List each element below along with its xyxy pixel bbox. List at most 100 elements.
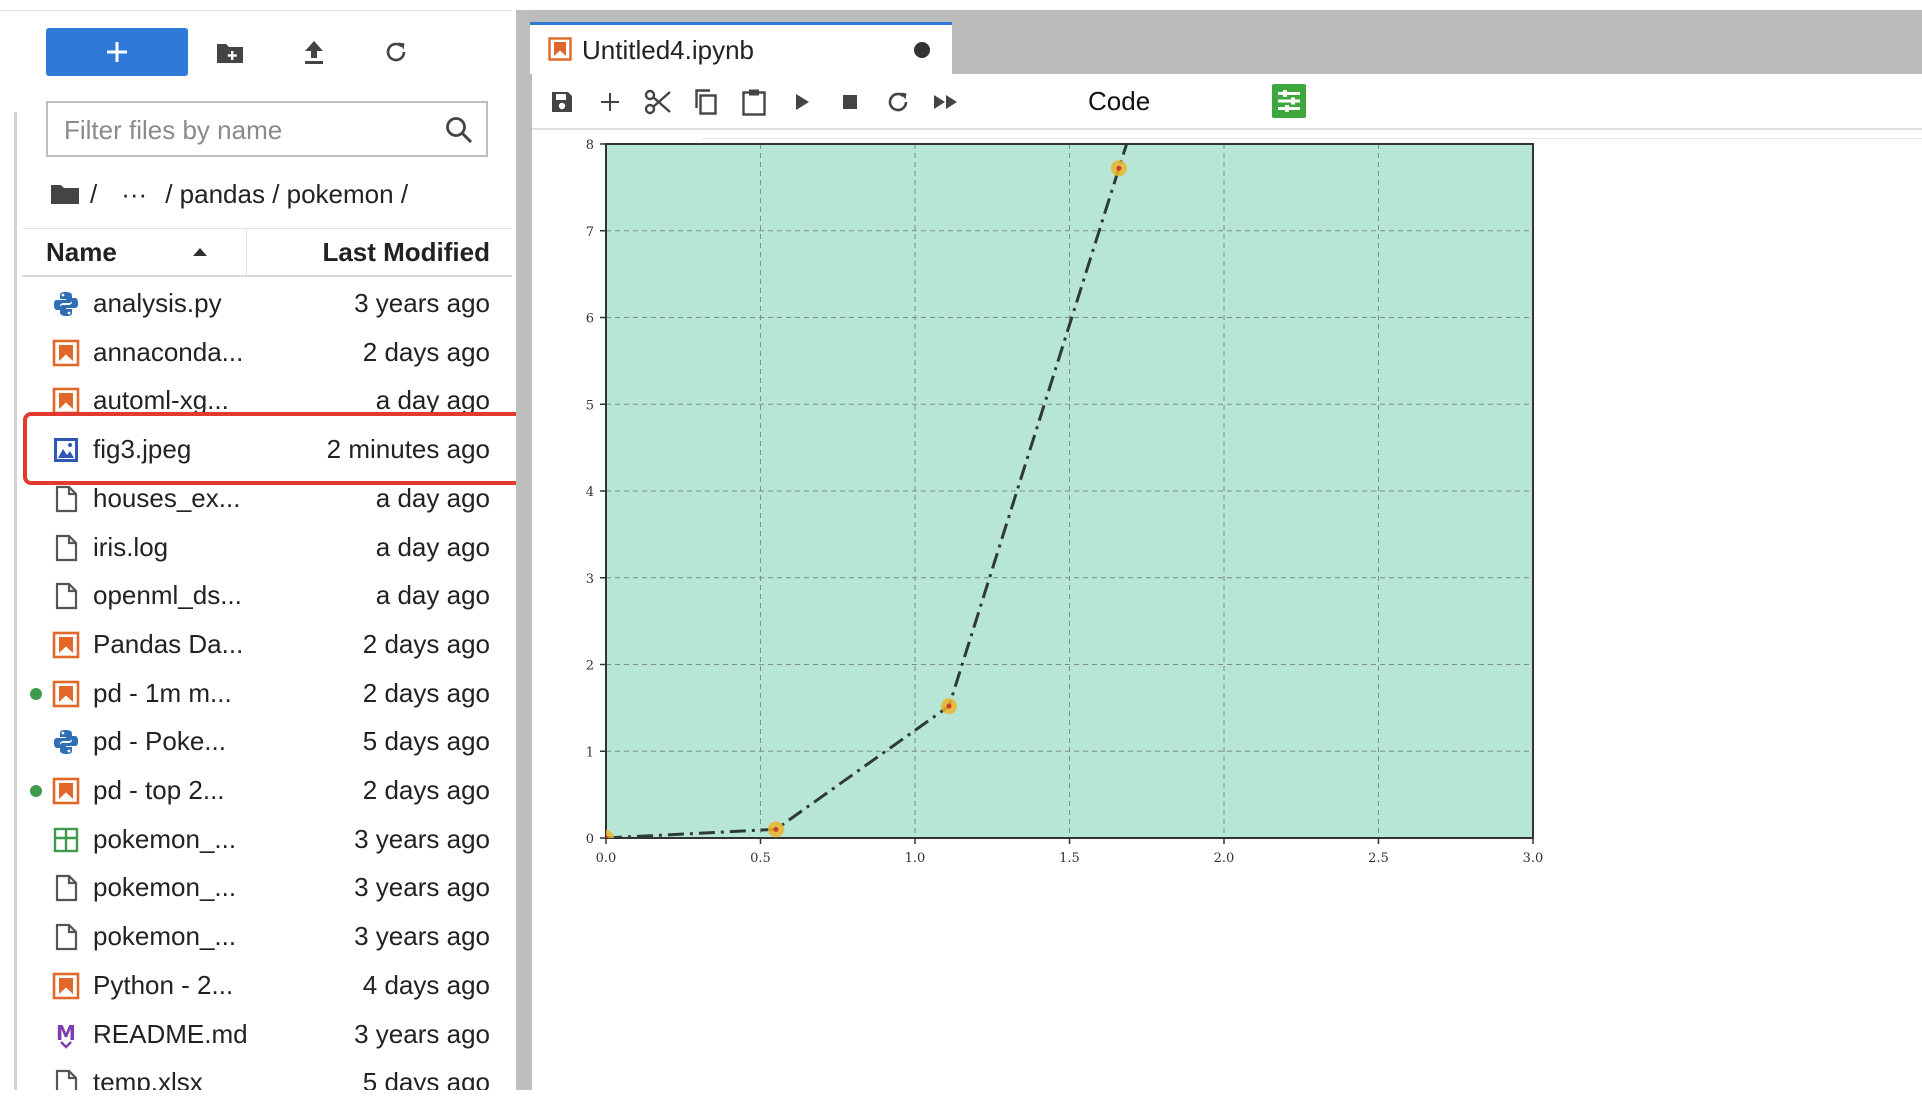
x-tick-label: 0.0 xyxy=(596,851,617,866)
file-row[interactable]: openml_ds... a day ago xyxy=(22,572,512,620)
file-modified: 2 days ago xyxy=(362,336,490,367)
file-modified: 3 years ago xyxy=(354,1018,490,1049)
file-row[interactable]: pokemon_... 3 years ago xyxy=(22,864,512,912)
stop-icon xyxy=(843,95,857,109)
plus-icon xyxy=(107,42,127,62)
file-row[interactable]: Python - 2... 4 days ago xyxy=(22,962,512,1010)
running-indicator xyxy=(30,785,42,797)
x-tick-label: 0.5 xyxy=(750,851,771,866)
file-name: pokemon_... xyxy=(93,921,237,952)
search-icon[interactable] xyxy=(444,115,474,145)
file-name: temp.xlsx xyxy=(93,1067,203,1090)
clipboard-icon xyxy=(742,89,766,116)
file-row[interactable]: pd - 1m m... 2 days ago xyxy=(22,670,512,718)
interrupt-button[interactable] xyxy=(834,86,866,118)
file-icon xyxy=(52,874,80,902)
run-all-button[interactable] xyxy=(930,86,962,118)
upload-button[interactable] xyxy=(296,34,332,70)
last-modified-column-header[interactable]: Last Modified xyxy=(322,237,490,268)
new-folder-icon xyxy=(217,44,243,63)
python-icon xyxy=(52,290,80,318)
cut-button[interactable] xyxy=(642,86,674,118)
divider xyxy=(14,112,17,1090)
svg-text:M: M xyxy=(56,1021,76,1045)
file-icon xyxy=(52,534,80,562)
save-button[interactable] xyxy=(546,86,578,118)
breadcrumb-ellipsis[interactable]: ··· xyxy=(121,179,147,210)
y-tick-label: 4 xyxy=(586,485,594,500)
file-name: analysis.py xyxy=(93,288,222,318)
notebook-icon xyxy=(52,631,80,659)
file-modified: 2 days ago xyxy=(362,775,490,805)
file-icon xyxy=(52,485,80,513)
x-tick-label: 1.0 xyxy=(905,851,926,866)
file-list-header: Name Last Modified xyxy=(22,229,512,277)
notebook-icon xyxy=(52,777,80,805)
notebook-toolbar: Code xyxy=(532,74,1922,130)
spreadsheet-icon xyxy=(52,826,80,854)
y-tick-label: 3 xyxy=(586,572,594,587)
file-modified: a day ago xyxy=(375,482,490,513)
file-row[interactable]: pokemon_... 3 years ago xyxy=(22,816,512,864)
restart-kernel-button[interactable] xyxy=(882,86,914,118)
notebook-icon xyxy=(548,37,572,61)
y-tick-label: 7 xyxy=(586,225,594,240)
new-folder-button[interactable] xyxy=(212,34,248,70)
file-icon xyxy=(52,1069,80,1090)
file-row[interactable]: Pandas Da... 2 days ago xyxy=(22,621,512,669)
divider xyxy=(0,10,512,11)
file-modified: 5 days ago xyxy=(362,726,490,757)
markdown-icon: M xyxy=(52,1021,80,1049)
cell-type-dropdown[interactable]: Code xyxy=(1088,80,1298,120)
file-row[interactable]: pokemon_... 3 years ago xyxy=(22,913,512,961)
refresh-icon xyxy=(888,92,908,112)
refresh-button[interactable] xyxy=(378,34,414,70)
file-row[interactable]: pd - Poke... 5 days ago xyxy=(22,718,512,766)
file-row[interactable]: temp.xlsx 5 days ago xyxy=(22,1059,512,1090)
data-point-center xyxy=(773,826,779,832)
breadcrumb-path[interactable]: / pandas / pokemon / xyxy=(165,179,408,210)
copy-icon xyxy=(695,89,717,115)
data-point-center xyxy=(1116,165,1122,171)
y-tick-label: 6 xyxy=(586,312,594,327)
scissors-icon xyxy=(644,89,671,115)
property-inspector-button[interactable] xyxy=(1272,84,1306,118)
notebook-icon xyxy=(52,972,80,1000)
running-indicator xyxy=(30,687,42,700)
file-row[interactable]: annaconda... 2 days ago xyxy=(22,329,512,377)
file-name: pd - top 2... xyxy=(93,775,225,805)
file-name: openml_ds... xyxy=(93,580,242,611)
file-row[interactable]: analysis.py 3 years ago xyxy=(22,280,512,328)
file-name: annaconda... xyxy=(93,336,244,367)
save-icon xyxy=(552,92,572,112)
breadcrumb-root[interactable]: / xyxy=(90,179,97,210)
folder-icon[interactable] xyxy=(50,182,80,206)
y-tick-label: 8 xyxy=(586,138,594,153)
column-divider[interactable] xyxy=(246,229,247,275)
file-name: iris.log xyxy=(93,531,169,562)
file-list: analysis.py 3 years ago annaconda... 2 days… xyxy=(22,280,512,1090)
run-button[interactable] xyxy=(786,86,818,118)
breadcrumb: / ··· / pandas / pokemon / xyxy=(50,176,408,212)
panel-splitter[interactable] xyxy=(516,10,532,1090)
new-launcher-button[interactable] xyxy=(46,28,188,76)
tab-title: Untitled4.ipynb xyxy=(582,35,754,65)
upload-icon xyxy=(305,41,323,64)
insert-cell-button[interactable] xyxy=(594,86,626,118)
data-point-center xyxy=(946,703,952,709)
filter-files-input[interactable] xyxy=(62,109,426,151)
file-name: README.md xyxy=(93,1018,248,1049)
copy-button[interactable] xyxy=(690,86,722,118)
y-tick-label: 2 xyxy=(586,659,594,674)
name-column-header[interactable]: Name xyxy=(46,237,117,268)
file-browser: / ··· / pandas / pokemon / Name Last Mod… xyxy=(0,0,512,1090)
unsaved-indicator[interactable] xyxy=(914,42,930,58)
file-modified: a day ago xyxy=(375,580,490,611)
file-row[interactable]: pd - top 2... 2 days ago xyxy=(22,767,512,815)
file-name: houses_ex... xyxy=(93,482,241,513)
paste-button[interactable] xyxy=(738,86,770,118)
tab-notebook[interactable]: Untitled4.ipynb xyxy=(530,22,952,74)
file-row[interactable]: M README.md 3 years ago xyxy=(22,1011,512,1059)
file-row[interactable]: iris.log a day ago xyxy=(22,524,512,572)
sort-ascending-icon[interactable] xyxy=(192,247,208,257)
